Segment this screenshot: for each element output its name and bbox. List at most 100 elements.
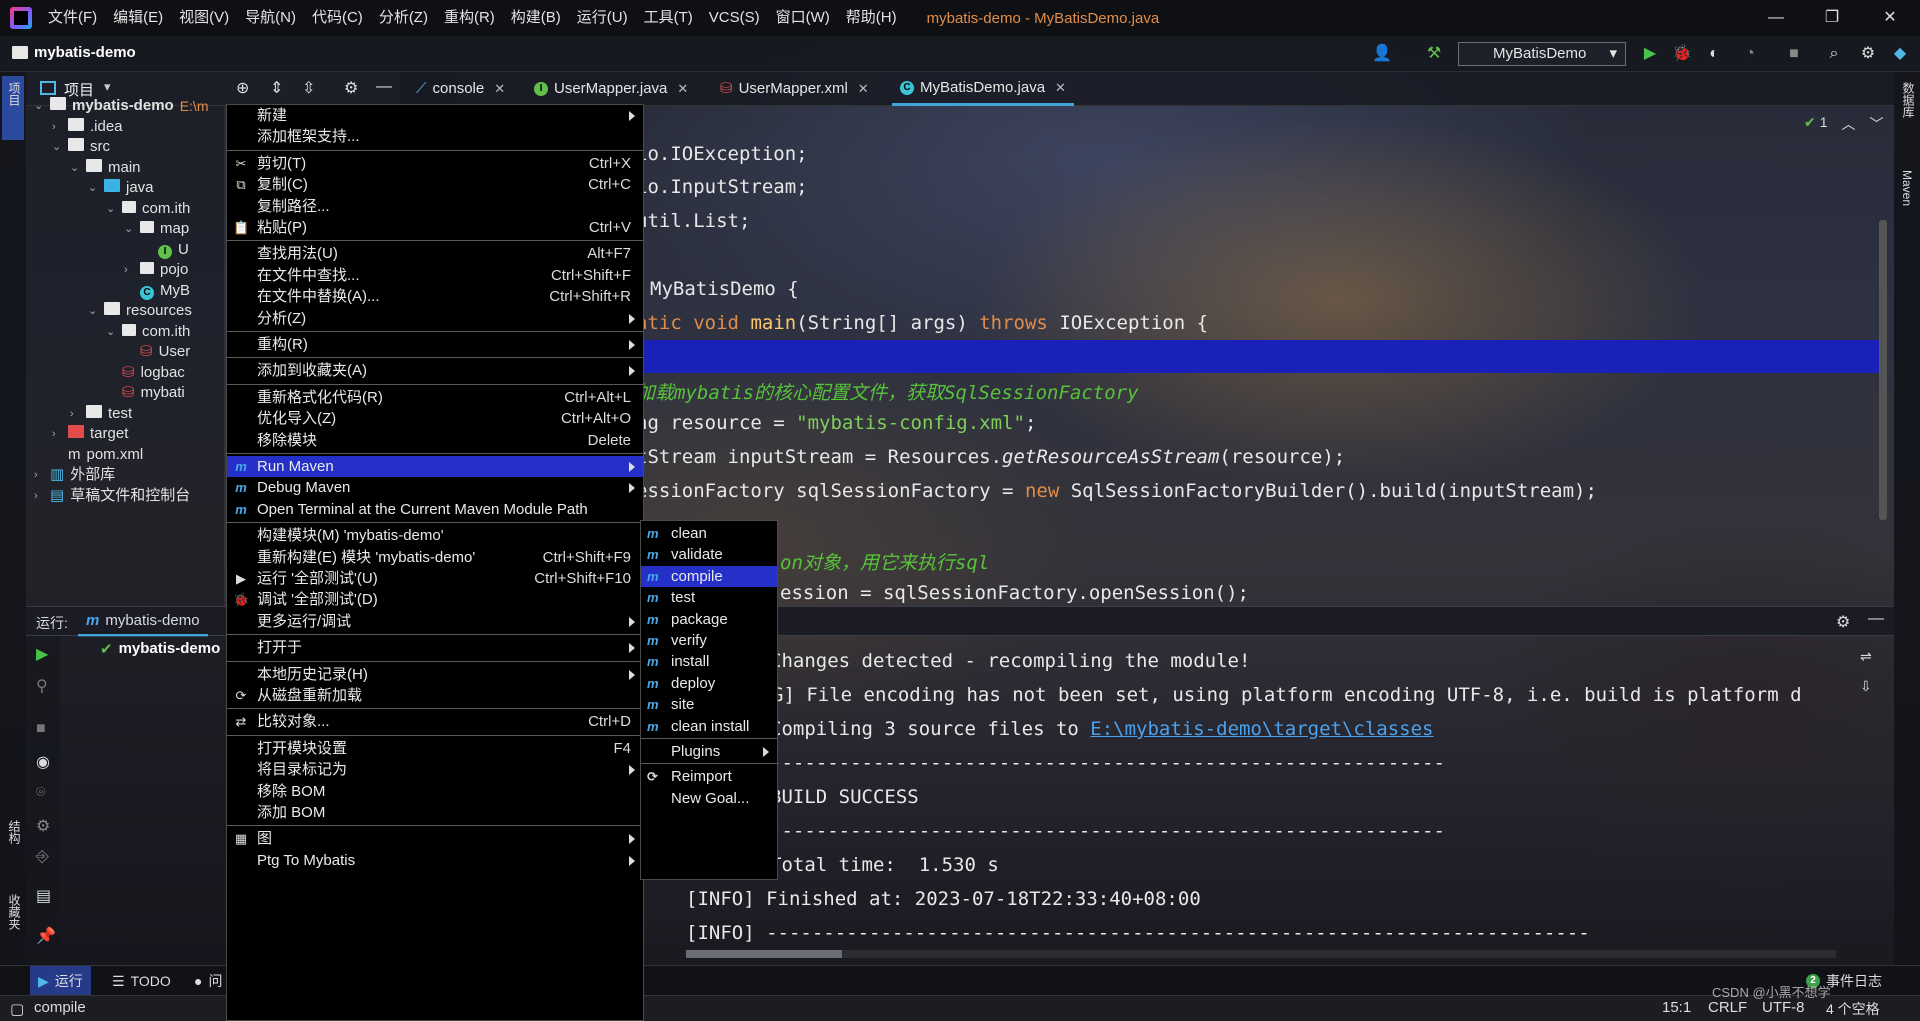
caret-position[interactable]: 15:1 (1662, 999, 1691, 1016)
soft-wrap-icon[interactable]: ⇌ (1860, 648, 1872, 665)
chevron-down-icon[interactable]: ⌄ (124, 217, 134, 241)
chevron-down-icon[interactable]: ▾ (104, 79, 111, 95)
run-icon[interactable]: ▶ (1640, 44, 1660, 64)
chevron-down-icon[interactable]: ⌄ (52, 135, 62, 159)
code-line[interactable]: atic void main(String[] args) throws IOE… (636, 312, 1208, 334)
tree-node[interactable]: › ▤ 草稿文件和控制台 (34, 484, 190, 508)
menu-item[interactable]: 工具(T) (636, 0, 701, 36)
user-icon[interactable]: 👤 (1372, 44, 1392, 64)
collapse-all-icon[interactable]: ⇳ (302, 78, 315, 98)
restore-button[interactable]: ❐ (1804, 0, 1860, 36)
gear-icon[interactable]: ⚙ (344, 78, 358, 98)
hide-panel-icon[interactable]: — (376, 78, 392, 96)
maven-goal-deploy[interactable]: m deploy (641, 673, 777, 694)
chevron-down-icon[interactable]: ⌄ (106, 197, 116, 221)
context-menu-item[interactable]: 📋 粘贴(P) Ctrl+V (227, 217, 643, 238)
code-line[interactable]: ng resource = "mybatis-config.xml"; (636, 412, 1036, 434)
maven-goal-new-goal[interactable]: New Goal... (641, 788, 777, 809)
minimize-button[interactable]: — (1748, 0, 1804, 36)
project-tool-tab[interactable]: 项目 (2, 76, 24, 140)
project-breadcrumb[interactable]: mybatis-demo (12, 44, 136, 61)
context-menu-item[interactable]: 本地历史记录(H) (227, 664, 643, 685)
close-icon[interactable]: ✕ (858, 72, 869, 106)
context-menu-item[interactable]: m Run Maven (227, 456, 643, 478)
context-menu-item[interactable]: 新建 (227, 105, 643, 126)
maven-goal-validate[interactable]: m validate (641, 544, 777, 565)
context-menu-item[interactable]: 在文件中查找... Ctrl+Shift+F (227, 265, 643, 286)
run-tool-tab[interactable]: ▶ 运行 (30, 966, 91, 996)
context-menu-item[interactable]: ▦ 图 (227, 828, 643, 849)
context-menu-item[interactable]: ⟳ 从磁盘重新加载 (227, 685, 643, 706)
filter-icon[interactable]: ⚲ (36, 676, 48, 696)
context-menu-item[interactable]: ✂ 剪切(T) Ctrl+X (227, 153, 643, 174)
menu-item[interactable]: 窗口(W) (768, 0, 838, 36)
profile-icon[interactable]: ◔ (1740, 44, 1760, 64)
stop-icon[interactable]: ■ (1784, 44, 1804, 64)
scroll-end-icon[interactable]: ⇩ (1860, 678, 1872, 695)
maven-goal-plugins[interactable]: Plugins (641, 741, 777, 762)
context-menu-item[interactable]: 重新构建(E) 模块 'mybatis-demo' Ctrl+Shift+F9 (227, 547, 643, 568)
chevron-down-icon[interactable]: ⌄ (88, 176, 98, 200)
locate-icon[interactable]: ⊕ (236, 78, 249, 98)
chevron-down-icon[interactable]: ⌄ (70, 156, 80, 180)
problems-tool-tab[interactable]: ● 问 (186, 966, 230, 996)
code-comment[interactable]: on对象，用它来执行sql (780, 548, 989, 575)
chevron-down-icon[interactable]: ⌄ (106, 320, 116, 344)
context-menu-item[interactable]: 复制路径... (227, 196, 643, 217)
maven-goal-test[interactable]: m test (641, 587, 777, 608)
maven-tool-label[interactable]: Maven (1900, 170, 1914, 206)
context-menu-item[interactable]: ⧉ 复制(C) Ctrl+C (227, 174, 643, 195)
chevron-down-icon[interactable]: ﹀ (1870, 114, 1884, 134)
maven-goal-verify[interactable]: m verify (641, 630, 777, 651)
maven-goal-reimport[interactable]: ⟳ Reimport (641, 766, 777, 787)
structure-tool-label[interactable]: 结构 (6, 820, 23, 844)
context-menu-item[interactable]: 打开模块设置 F4 (227, 738, 643, 759)
context-menu-item[interactable]: 查找用法(U) Alt+F7 (227, 243, 643, 264)
todo-tool-tab[interactable]: ☰ TODO (104, 966, 179, 996)
maven-goal-compile[interactable]: m compile (641, 565, 777, 588)
indent-setting[interactable]: 4 个空格 (1826, 999, 1880, 1019)
exit-icon[interactable]: ⎆ (36, 848, 49, 866)
plugin-icon[interactable]: ◆ (1890, 44, 1910, 64)
context-menu-item[interactable]: 添加到收藏夹(A) (227, 360, 643, 381)
inspection-widget[interactable]: ✔ 1 ︿ ﹀ (1804, 114, 1884, 134)
code-line[interactable]: essionFactory sqlSessionFactory = new Sq… (636, 480, 1597, 502)
context-menu-item[interactable]: 构建模块(M) 'mybatis-demo' (227, 525, 643, 546)
code-line[interactable]: util.List; (636, 210, 750, 232)
maven-goal-package[interactable]: m package (641, 609, 777, 630)
context-menu-item[interactable]: 🐞 调试 '全部测试'(D) (227, 589, 643, 610)
context-menu-item[interactable]: m Open Terminal at the Current Maven Modu… (227, 499, 643, 520)
run-tree-item[interactable]: ✔ mybatis-demo (100, 640, 220, 658)
chevron-down-icon[interactable]: ⌄ (34, 94, 44, 118)
tab-usermapper-java[interactable]: I UserMapper.java ✕ (526, 72, 696, 106)
code-line[interactable]: tStream inputStream = Resources.getResou… (636, 446, 1345, 468)
run-tab[interactable]: m mybatis-demo (78, 607, 208, 637)
context-menu-item[interactable]: 将目录标记为 (227, 759, 643, 780)
context-menu-item[interactable]: ⇄ 比较对象... Ctrl+D (227, 711, 643, 732)
context-menu-item[interactable]: ▶ 运行 '全部测试'(U) Ctrl+Shift+F10 (227, 568, 643, 589)
layout-icon[interactable]: ▤ (36, 886, 51, 906)
pin-icon[interactable]: 📌 (36, 926, 56, 946)
output-path-link[interactable]: E:\mybatis-demo\target\classes (1090, 718, 1433, 740)
code-line[interactable]: io.InputStream; (636, 176, 808, 198)
debug-icon[interactable]: 🐞 (1672, 44, 1692, 64)
menu-item[interactable]: 导航(N) (237, 0, 304, 36)
code-line[interactable]: io.IOException; (636, 143, 808, 165)
maven-goal-clean[interactable]: m clean (641, 523, 777, 544)
menu-item[interactable]: 分析(Z) (371, 0, 436, 36)
context-menu-item[interactable]: 分析(Z) (227, 308, 643, 329)
eye-icon[interactable]: ◉ (36, 752, 50, 772)
close-icon[interactable]: ✕ (494, 72, 505, 106)
context-menu-item[interactable]: 在文件中替换(A)... Ctrl+Shift+R (227, 286, 643, 307)
context-menu-item[interactable]: 打开于 (227, 637, 643, 658)
menu-item[interactable]: 帮助(H) (838, 0, 905, 36)
code-line[interactable]: ession = sqlSessionFactory.openSession()… (780, 582, 1249, 604)
menu-item[interactable]: 视图(V) (171, 0, 237, 36)
chevron-up-icon[interactable]: ︿ (1842, 114, 1856, 134)
expand-all-icon[interactable]: ⇕ (270, 78, 283, 98)
code-line[interactable]: MyBatisDemo { (650, 278, 799, 300)
context-menu-item[interactable]: 重新格式化代码(R) Ctrl+Alt+L (227, 387, 643, 408)
editor-scrollbar[interactable] (1879, 220, 1887, 520)
run-config-select[interactable]: MyBatisDemo ▾ (1458, 42, 1626, 66)
stop-icon[interactable]: ■ (36, 720, 46, 738)
